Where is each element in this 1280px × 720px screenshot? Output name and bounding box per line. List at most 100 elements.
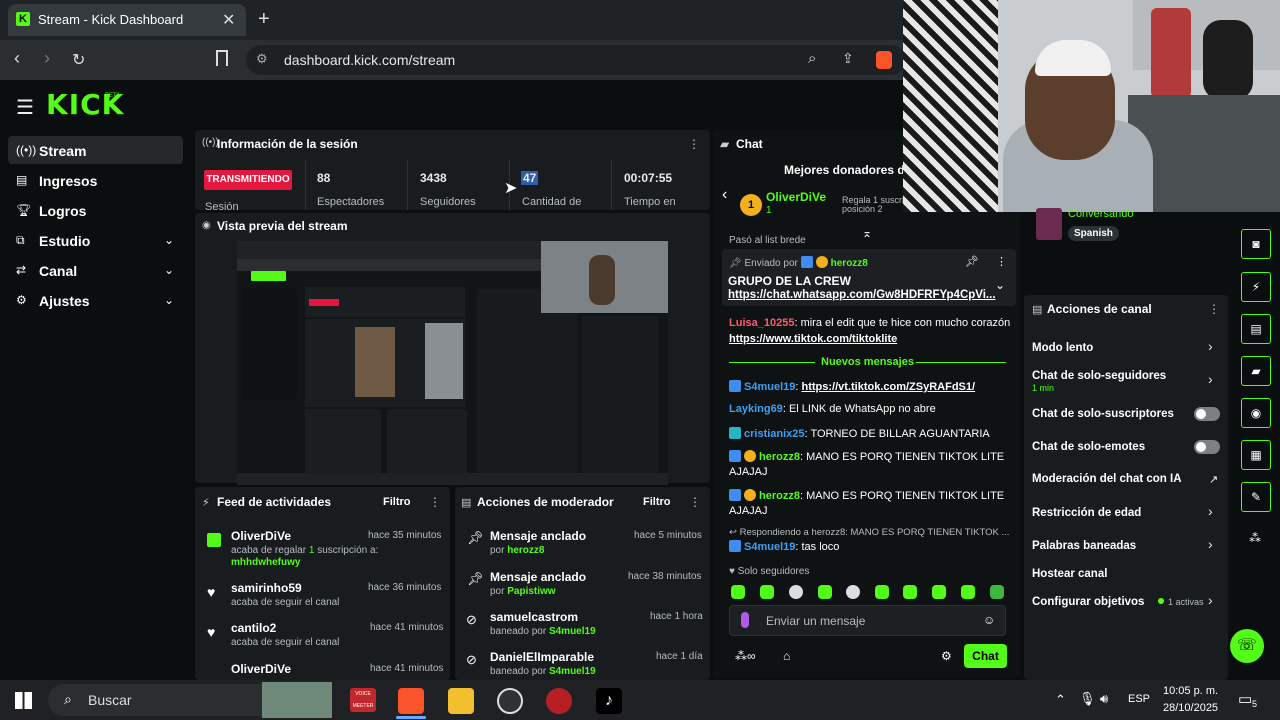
notification-icon[interactable]: ▭ — [1238, 690, 1252, 708]
support-button[interactable]: ☏ — [1230, 629, 1264, 663]
sidebar-item-studio[interactable]: Estudio — [39, 233, 90, 249]
emote[interactable] — [760, 585, 774, 599]
emoji-icon[interactable]: ☺ — [983, 613, 995, 627]
sidebar-item-achievements[interactable]: Logros — [39, 203, 86, 219]
brave-shield-icon[interactable] — [876, 51, 892, 69]
voicemeeter-icon[interactable]: VOICE MEETER — [350, 688, 376, 712]
mic-icon[interactable] — [741, 612, 749, 628]
store-icon[interactable]: ⌂ — [783, 649, 790, 663]
chevron-right-icon[interactable]: › — [1208, 371, 1213, 387]
emote[interactable] — [875, 585, 889, 599]
rail-wrench-icon[interactable]: ✎ — [1241, 482, 1271, 512]
back-icon[interactable]: ‹ — [14, 48, 20, 69]
file-explorer-icon[interactable] — [448, 688, 474, 714]
chevron-right-icon[interactable]: › — [1208, 536, 1213, 552]
emote[interactable] — [990, 585, 1004, 599]
rail-broadcast-icon[interactable]: ◉ — [1241, 398, 1271, 428]
keyboard-language[interactable]: ESP — [1128, 693, 1150, 705]
rail-list-icon[interactable]: ▤ — [1241, 314, 1271, 344]
chat-message[interactable]: herozz8: MANO ES PORQ TIENEN TIKTOK LITE — [729, 489, 1004, 502]
more-options-icon[interactable]: ⋮ — [688, 137, 700, 151]
emote[interactable] — [789, 585, 803, 599]
chat-message[interactable]: cristianix25: TORNEO DE BILLAR AGUANTARI… — [729, 427, 990, 440]
emote[interactable] — [731, 585, 745, 599]
clock-time[interactable]: 10:05 p. m. — [1163, 685, 1218, 697]
age-restriction-row[interactable]: Restricción de edad — [1032, 507, 1141, 519]
ai-moderation-row[interactable]: Moderación del chat con IA — [1032, 473, 1182, 485]
volume-icon[interactable]: 🔊︎ — [1100, 691, 1108, 707]
rail-more-icon[interactable]: ⁂ — [1249, 531, 1261, 545]
rail-lightning-icon[interactable]: ⚡︎ — [1241, 272, 1271, 302]
site-settings-icon[interactable]: ⚙ — [256, 51, 268, 67]
more-options-icon[interactable]: ⋮ — [996, 255, 1007, 268]
emote[interactable] — [932, 585, 946, 599]
chat-settings-icon[interactable]: ⚙ — [941, 649, 952, 663]
chat-message[interactable]: herozz8: MANO ES PORQ TIENEN TIKTOK LITE — [729, 450, 1004, 463]
chevron-down-icon[interactable]: ⌄ — [995, 278, 1005, 292]
chevron-down-icon[interactable]: ⌄ — [164, 293, 174, 307]
rail-panels-icon[interactable]: ▦ — [1241, 440, 1271, 470]
emotes-icon[interactable]: ⁂∞ — [735, 649, 756, 663]
pinned-link[interactable]: https://chat.whatsapp.com/Gw8HDFRFYp4CpV… — [728, 289, 996, 301]
slow-mode-row[interactable]: Modo lento — [1032, 342, 1093, 354]
pin-icon[interactable]: 📌︎ — [965, 255, 979, 268]
subs-only-toggle[interactable] — [1194, 407, 1220, 421]
rail-camera-icon[interactable]: ◙ — [1241, 229, 1271, 259]
goals-row[interactable]: Configurar objetivos — [1032, 596, 1144, 608]
chat-message[interactable]: Luisa_10255: mira el edit que te hice co… — [729, 317, 1010, 329]
mod-filter-button[interactable]: Filtro — [643, 496, 671, 508]
more-options-icon[interactable]: ⋮ — [429, 495, 441, 509]
windows-start-icon[interactable] — [15, 692, 32, 709]
external-link-icon[interactable]: ↗ — [1209, 473, 1218, 486]
share-icon[interactable]: ⇪ — [842, 50, 854, 67]
menu-icon[interactable]: ☰ — [16, 95, 34, 120]
obs-icon[interactable] — [497, 688, 523, 714]
chevron-right-icon[interactable]: › — [1208, 338, 1213, 354]
emote[interactable] — [818, 585, 832, 599]
feed-user[interactable]: cantilo2 — [231, 621, 276, 635]
host-channel-row[interactable]: Hostear canal — [1032, 568, 1107, 580]
emote[interactable] — [903, 585, 917, 599]
stream-preview-video[interactable] — [237, 241, 668, 485]
followers-only-row[interactable]: Chat de solo-seguidores — [1032, 370, 1166, 382]
chevron-right-icon[interactable]: › — [1208, 503, 1213, 519]
chat-message[interactable]: Layking69: El LINK de WhatsApp no abre — [729, 403, 936, 415]
emote[interactable] — [846, 585, 860, 599]
bookmark-icon[interactable] — [216, 50, 228, 66]
app-icon[interactable] — [546, 688, 572, 714]
close-tab-icon[interactable]: ✕ — [222, 10, 235, 30]
clock-date[interactable]: 28/10/2025 — [1163, 702, 1218, 714]
collapse-icon[interactable]: ⌅ — [862, 226, 872, 240]
more-options-icon[interactable]: ⋮ — [689, 495, 701, 509]
rail-chat-icon[interactable]: ▰ — [1241, 356, 1271, 386]
banned-words-row[interactable]: Palabras baneadas — [1032, 540, 1136, 552]
stream-category[interactable]: Conversando — [1068, 208, 1133, 220]
forward-icon[interactable]: › — [44, 48, 50, 69]
zoom-icon[interactable]: ⌕ — [808, 50, 816, 67]
new-tab-icon[interactable]: + — [258, 8, 270, 31]
feed-user[interactable]: samirinho59 — [231, 581, 302, 595]
feed-user[interactable]: OliverDiVe — [231, 529, 291, 543]
chevron-down-icon[interactable]: ⌄ — [164, 263, 174, 277]
donor-name[interactable]: OliverDiVe — [766, 190, 826, 204]
chat-link[interactable]: https://www.tiktok.com/tiktoklite — [729, 333, 897, 345]
sidebar-item-channel[interactable]: Canal — [39, 263, 77, 279]
reload-icon[interactable]: ↻ — [72, 50, 85, 70]
feed-target[interactable]: mhhdwhefuwy — [231, 557, 300, 568]
chevron-left-icon[interactable]: ‹ — [722, 186, 727, 204]
sidebar-item-income[interactable]: Ingresos — [39, 173, 97, 189]
sidebar-item-settings[interactable]: Ajustes — [39, 293, 90, 309]
chat-message[interactable]: S4muel19: tas loco — [729, 540, 839, 553]
chevron-down-icon[interactable]: ⌄ — [164, 233, 174, 247]
chat-send-button[interactable]: Chat — [964, 644, 1007, 668]
feed-user[interactable]: OliverDiVe — [231, 662, 291, 676]
chat-message[interactable]: S4muel19: https://vt.tiktok.com/ZSyRAFdS… — [729, 380, 975, 393]
chevron-right-icon[interactable]: › — [1208, 592, 1213, 608]
emote[interactable] — [961, 585, 975, 599]
chevron-up-icon[interactable]: ⌃ — [1055, 692, 1066, 708]
more-options-icon[interactable]: ⋮ — [1208, 302, 1220, 316]
feed-filter-button[interactable]: Filtro — [383, 496, 411, 508]
mic-icon[interactable]: 🎙︎ — [1079, 691, 1096, 707]
tiktok-icon[interactable]: ♪ — [596, 688, 622, 714]
brave-taskbar-icon[interactable] — [398, 688, 424, 714]
